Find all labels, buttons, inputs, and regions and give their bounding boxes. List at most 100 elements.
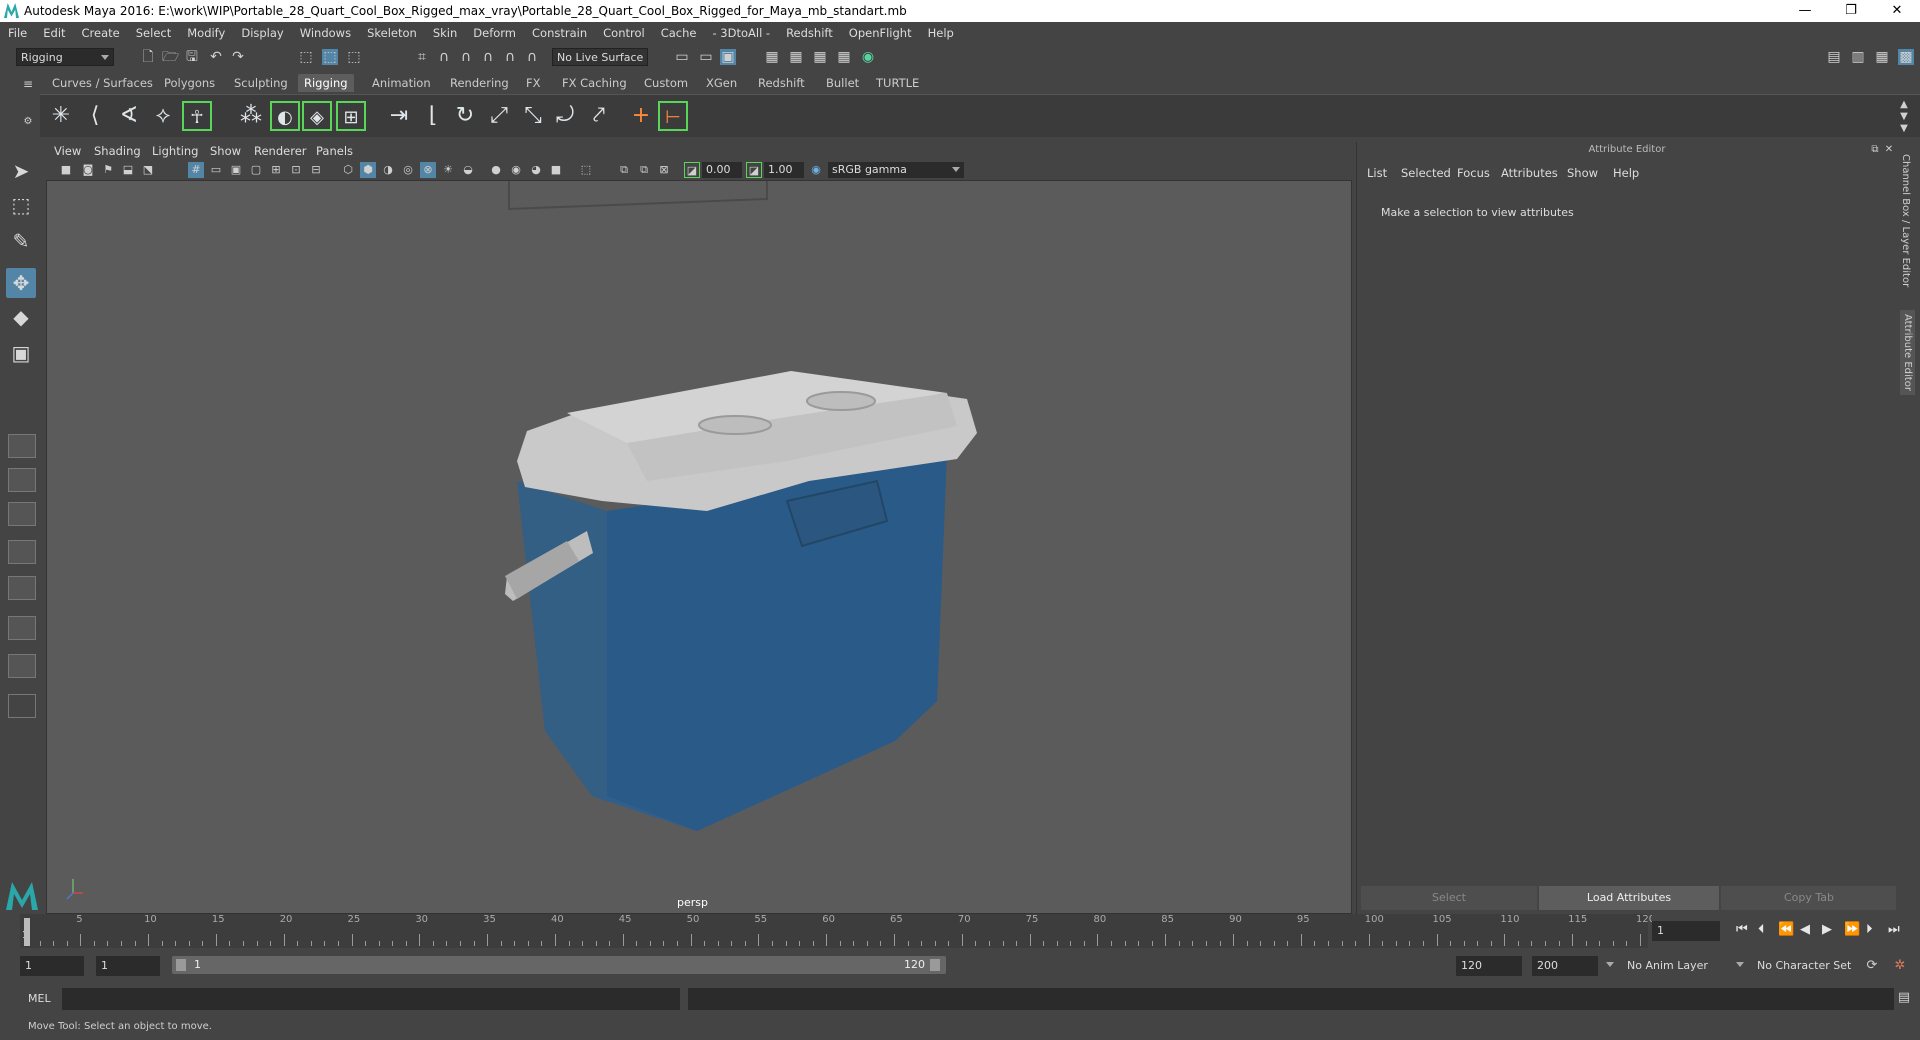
humanik-icon[interactable]: ☥ <box>182 101 212 131</box>
film-gate-icon[interactable]: ▭ <box>208 162 224 178</box>
exposure-icon[interactable]: ◪ <box>684 162 700 178</box>
single-perspective-layout-icon[interactable] <box>8 434 36 458</box>
menu-modify[interactable]: Modify <box>179 26 233 40</box>
gamma-field[interactable]: 1.00 <box>764 162 804 178</box>
shelf-tab-fx[interactable]: FX <box>520 74 547 92</box>
step-back-key-icon[interactable]: ⏴ <box>1758 922 1765 937</box>
go-to-end-icon[interactable]: ⏭ <box>1888 922 1900 937</box>
shelf-tab-animation[interactable]: Animation <box>366 74 437 92</box>
field-chart-icon[interactable]: ⊞ <box>268 162 284 178</box>
textured-icon[interactable]: ◎ <box>400 162 416 178</box>
paint-select-icon[interactable]: ✎ <box>6 226 36 256</box>
xray-joints-icon[interactable]: ⧉ <box>616 162 632 178</box>
ae-menu-focus[interactable]: Focus <box>1457 166 1490 180</box>
menu-openflight[interactable]: OpenFlight <box>841 26 920 40</box>
shelf-menu-down-icon[interactable]: ▼ <box>1896 121 1912 137</box>
gear-icon[interactable]: ⚙ <box>20 114 36 130</box>
snap-grid-icon[interactable]: ⌗ <box>414 49 430 65</box>
persp-hypershade-layout-icon[interactable] <box>8 576 36 600</box>
orient-constraint-icon[interactable]: ↻ <box>450 101 480 131</box>
shelf-tab-curves[interactable]: Curves / Surfaces <box>46 74 159 92</box>
wireframe-on-shaded-icon[interactable]: ◑ <box>380 162 396 178</box>
move-tool-icon[interactable]: ✥ <box>6 268 36 298</box>
input-ops-icon[interactable]: ▭ <box>674 49 690 65</box>
outliner-layout-icon[interactable] <box>8 654 36 678</box>
hypershade-icon[interactable]: ◉ <box>860 49 876 65</box>
isolate-view-icon[interactable]: ⊠ <box>656 162 672 178</box>
animation-preferences-icon[interactable]: ✲ <box>1892 958 1908 974</box>
save-scene-icon[interactable]: 🖫 <box>184 49 200 65</box>
command-input[interactable] <box>62 988 680 1010</box>
range-start-handle[interactable] <box>176 959 186 971</box>
viewport-menu-view[interactable]: View <box>54 144 81 158</box>
snap-view-icon[interactable]: ∩ <box>480 49 496 65</box>
viewport-menu-panels[interactable]: Panels <box>316 144 353 158</box>
menu-set-dropdown[interactable]: Rigging <box>16 48 114 66</box>
ae-menu-list[interactable]: List <box>1367 166 1387 180</box>
undo-icon[interactable]: ↶ <box>208 49 224 65</box>
ae-copy-tab-button[interactable]: Copy Tab <box>1721 886 1897 910</box>
resolution-gate-icon[interactable]: ▣ <box>228 162 244 178</box>
point-constraint-icon[interactable]: ⇥ <box>384 101 414 131</box>
menu-skin[interactable]: Skin <box>425 26 465 40</box>
go-to-start-icon[interactable]: ⏮ <box>1736 922 1748 937</box>
time-slider[interactable]: 1510152025303540455055606570758085909510… <box>20 914 1655 948</box>
menu-display[interactable]: Display <box>233 26 291 40</box>
camera-select-icon[interactable]: ■ <box>58 162 74 178</box>
exposure-field[interactable]: 0.00 <box>702 162 742 178</box>
cluster-icon[interactable]: ◈ <box>302 101 332 131</box>
step-forward-frame-icon[interactable]: ⏩ <box>1844 922 1860 937</box>
wrap-icon[interactable]: ⊞ <box>336 101 366 131</box>
minimize-button[interactable]: — <box>1782 0 1828 22</box>
chevron-down-icon[interactable] <box>1736 962 1744 967</box>
modeling-toolkit-icon[interactable]: ▦ <box>1874 49 1890 65</box>
shelf-menu-icon[interactable]: ≡ <box>20 76 36 92</box>
step-forward-key-icon[interactable]: ⏵ <box>1866 922 1873 937</box>
ae-menu-show[interactable]: Show <box>1567 166 1598 180</box>
bind-skin-icon[interactable]: ⁂ <box>236 101 266 131</box>
character-set-dropdown[interactable]: No Character Set <box>1752 956 1866 976</box>
perspective-viewport[interactable]: persp <box>46 180 1352 914</box>
shelf-tab-bullet[interactable]: Bullet <box>820 74 865 92</box>
menu-skeleton[interactable]: Skeleton <box>359 26 425 40</box>
menu-constrain[interactable]: Constrain <box>524 26 595 40</box>
channel-box-tab[interactable]: Channel Box / Layer Editor <box>1900 154 1911 287</box>
pole-vector-icon[interactable]: ⤾ <box>550 101 580 131</box>
toggle-panel-icon[interactable]: ▥ <box>1850 49 1866 65</box>
two-d-pan-icon[interactable]: ⬔ <box>140 162 156 178</box>
range-slider[interactable]: 1 120 <box>172 956 946 974</box>
safe-action-icon[interactable]: ⊡ <box>288 162 304 178</box>
select-component-icon[interactable]: ⬚ <box>346 49 362 65</box>
attribute-editor-tab[interactable]: Attribute Editor <box>1900 310 1915 395</box>
ae-load-attributes-button[interactable]: Load Attributes <box>1539 886 1719 910</box>
snap-surface-icon[interactable]: ∩ <box>502 49 518 65</box>
shelf-tab-fx-caching[interactable]: FX Caching <box>556 74 633 92</box>
insert-joint-icon[interactable]: ⟨ <box>80 101 110 131</box>
xray-icon[interactable]: ⬚ <box>578 162 594 178</box>
shadows-icon[interactable]: ☀ <box>440 162 456 178</box>
anti-aliasing-icon[interactable]: ◉ <box>508 162 524 178</box>
safe-title-icon[interactable]: ⊟ <box>308 162 324 178</box>
geometry-constraint-icon[interactable]: ⤤ <box>584 101 614 131</box>
range-end-handle[interactable] <box>930 959 940 971</box>
ae-menu-selected[interactable]: Selected <box>1401 166 1451 180</box>
step-back-frame-icon[interactable]: ⏪ <box>1778 922 1794 937</box>
playback-start-field[interactable]: 1 <box>96 956 160 976</box>
shelf-tab-sculpting[interactable]: Sculpting <box>228 74 294 92</box>
scale-constraint-icon[interactable]: ⤢ <box>484 101 514 131</box>
grid-icon[interactable]: # <box>188 162 204 178</box>
ae-select-button[interactable]: Select <box>1361 886 1537 910</box>
ik-spline-icon[interactable]: ⟡ <box>148 101 178 131</box>
viewport-menu-lighting[interactable]: Lighting <box>152 144 198 158</box>
lattice-icon[interactable]: ◐ <box>270 101 300 131</box>
rotate-tool-icon[interactable]: ◆ <box>6 302 36 332</box>
select-hierarchy-icon[interactable]: ⬚ <box>298 49 314 65</box>
ae-menu-attributes[interactable]: Attributes <box>1501 166 1558 180</box>
lasso-tool-icon[interactable]: ⬚ <box>6 190 36 220</box>
view-transform-dropdown[interactable]: sRGB gamma <box>828 162 964 178</box>
color-management-icon[interactable]: ◉ <box>808 162 824 178</box>
shelf-tab-custom[interactable]: Custom <box>638 74 694 92</box>
gamma-icon[interactable]: ◪ <box>746 162 762 178</box>
menu-3dtoall[interactable]: - 3DtoAll - <box>704 26 778 40</box>
persp-graph-layout-icon[interactable] <box>8 540 36 564</box>
